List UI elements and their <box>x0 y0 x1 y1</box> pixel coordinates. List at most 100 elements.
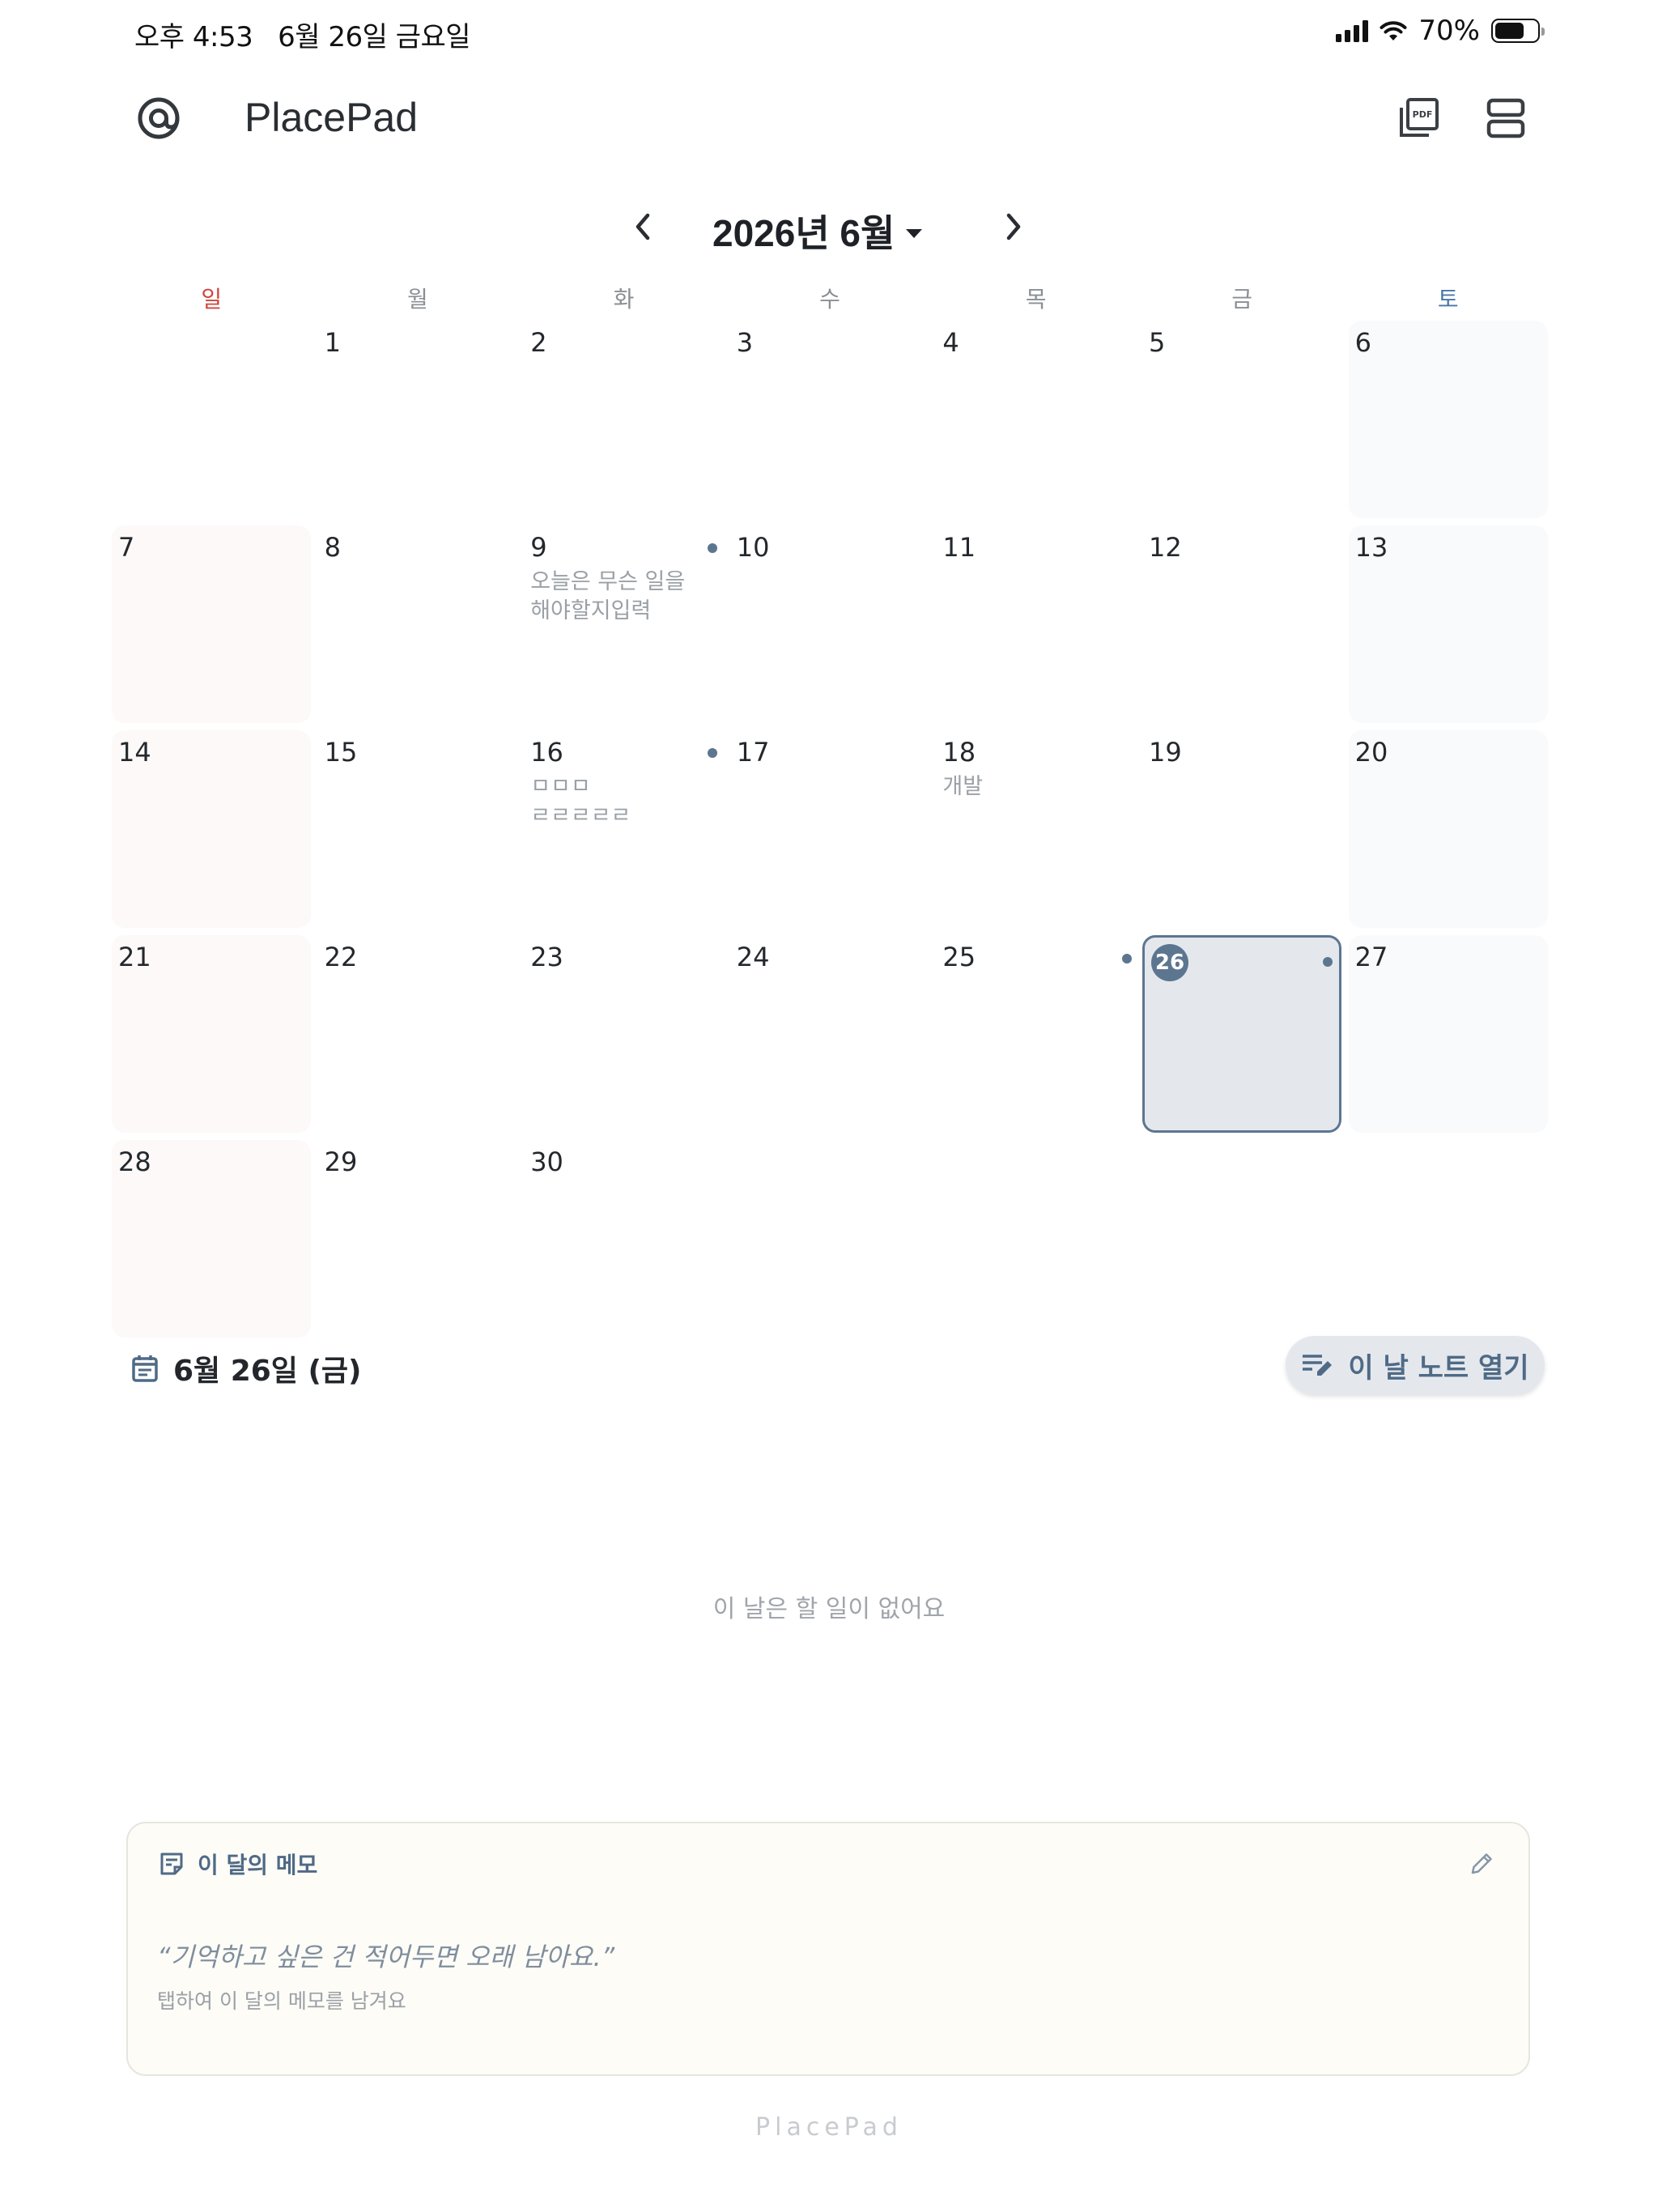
calendar-day-cell[interactable]: 26 <box>1122 935 1341 1133</box>
calendar-day-cell[interactable]: 1 <box>318 321 517 518</box>
next-month-button[interactable] <box>989 202 1038 251</box>
calendar-day-cell[interactable]: 28 <box>112 1140 311 1338</box>
day-number: 17 <box>736 737 770 768</box>
weekday-label: 월 <box>406 286 428 313</box>
calendar-icon <box>132 1355 158 1382</box>
calendar-day-cell[interactable]: 30 <box>524 1140 723 1338</box>
memo-quote: “기억하고 싶은 건 적어두면 오래 남아요.” <box>157 1942 615 1972</box>
calendar-day-cell[interactable]: 10 <box>707 525 929 723</box>
calendar-day-cell[interactable]: 14 <box>112 730 311 928</box>
battery-icon <box>1491 19 1545 43</box>
calendar-day-cell[interactable]: 9 오늘은 무슨 일을 해야할지입력 <box>524 525 723 723</box>
edit-note-icon <box>1303 1355 1333 1376</box>
entry-indicator-dot <box>707 748 717 758</box>
memo-title: 이 달의 메모 <box>198 1852 318 1878</box>
day-number: 22 <box>324 942 358 972</box>
calendar-day-cell[interactable]: 4 <box>936 321 1135 518</box>
day-number: 20 <box>1354 737 1388 768</box>
weekday-label: 수 <box>819 286 840 313</box>
calendar-day-cell[interactable]: 6 <box>1348 321 1548 518</box>
footer-brand: PlacePad <box>755 2113 903 2142</box>
calendar-day-cell[interactable]: 17 <box>707 730 929 928</box>
memo-hint: 탭하여 이 달의 메모를 남겨요 <box>157 1989 406 2013</box>
day-number: 12 <box>1149 532 1182 563</box>
wifi-icon <box>1380 21 1407 40</box>
memo-edit-button[interactable] <box>1465 1848 1498 1880</box>
day-number: 9 <box>530 532 547 563</box>
calendar-day-cell[interactable]: 15 <box>318 730 517 928</box>
open-day-note-label: 이 날 노트 열기 <box>1348 1351 1529 1385</box>
calendar-day-cell[interactable]: 23 <box>524 935 723 1133</box>
selected-date-label: 6월 26일 (금) <box>173 1355 362 1388</box>
calendar-day-cell[interactable]: 25 <box>936 935 1135 1133</box>
month-picker[interactable]: 2026년 6월 <box>712 204 923 257</box>
day-number: 6 <box>1354 327 1371 358</box>
day-number: 11 <box>942 532 976 563</box>
calendar-day-cell[interactable]: 7 <box>112 525 311 723</box>
weekday-label: 금 <box>1231 286 1253 313</box>
entry-indicator-dot <box>1122 954 1132 963</box>
day-number: 21 <box>118 942 151 972</box>
weekday-label: 목 <box>1025 286 1047 313</box>
calendar-day-cell[interactable]: 27 <box>1348 935 1548 1133</box>
weekday-label: 일 <box>201 286 223 313</box>
calendar-day-cell[interactable]: 20 <box>1348 730 1548 928</box>
calendar-day-cell[interactable]: 2 <box>524 321 723 518</box>
entry-indicator-dot <box>1323 957 1333 967</box>
app-title: PlacePad <box>244 95 419 140</box>
day-number: 19 <box>1149 737 1182 768</box>
entry-indicator-dot <box>707 543 717 553</box>
weekday-label: 화 <box>613 286 635 313</box>
pdf-export-button[interactable]: PDF <box>1392 92 1444 144</box>
day-number: 10 <box>736 532 770 563</box>
calendar-day-cell[interactable]: 11 <box>936 525 1135 723</box>
empty-tasks-message: 이 날은 할 일이 없어요 <box>712 1595 946 1623</box>
pdf-export-icon: PDF <box>1400 98 1439 137</box>
caret-down-icon <box>906 228 923 238</box>
status-bar-time: 오후 4:53 6월 26일 금요일 <box>134 15 471 54</box>
weekday-header: 일 월 화 수 목 금 토 <box>108 282 1551 314</box>
day-note-preview: 오늘은 무슨 일을 해야할지입력 <box>530 569 686 623</box>
calendar-day-cell[interactable]: 3 <box>730 321 929 518</box>
day-number: 5 <box>1149 327 1166 358</box>
open-day-note-button[interactable]: 이 날 노트 열기 <box>1286 1336 1545 1394</box>
calendar-day-cell[interactable]: 21 <box>112 935 311 1133</box>
day-number: 13 <box>1354 532 1388 563</box>
day-note-preview: ㅁㅁㅁ ㄹㄹㄹㄹㄹ <box>530 774 631 828</box>
day-number: 2 <box>530 327 547 358</box>
status-date: 6월 26일 금요일 <box>278 21 471 53</box>
calendar-empty-cell <box>1349 1140 1548 1338</box>
calendar-day-cell[interactable]: 8 <box>318 525 517 723</box>
day-number: 30 <box>530 1146 563 1177</box>
calendar-day-cell[interactable]: 29 <box>318 1140 517 1338</box>
calendar-day-cell[interactable]: 22 <box>318 935 517 1133</box>
selected-date-header: 6월 26일 (금) <box>131 1347 361 1389</box>
monthly-memo-card[interactable]: 이 달의 메모 “기억하고 싶은 건 적어두면 오래 남아요.” 탭하여 이 달… <box>126 1822 1530 2076</box>
calendar-day-cell[interactable]: 24 <box>730 935 929 1133</box>
day-number: 29 <box>324 1146 358 1177</box>
day-note-preview: 개발 <box>942 774 984 799</box>
cellular-signal-icon <box>1336 19 1369 42</box>
battery-percent: 70% <box>1418 15 1480 47</box>
view-toggle-button[interactable] <box>1480 92 1532 144</box>
calendar-day-cell[interactable]: 16 ㅁㅁㅁ ㄹㄹㄹㄹㄹ <box>524 730 723 928</box>
calendar-day-cell[interactable]: 12 <box>1142 525 1341 723</box>
day-number: 16 <box>530 737 563 768</box>
status-time: 오후 4:53 <box>134 21 253 53</box>
calendar-day-cell[interactable]: 5 <box>1142 321 1341 518</box>
previous-month-button[interactable] <box>619 202 667 251</box>
day-number: 18 <box>942 737 976 768</box>
at-sign-icon[interactable] <box>136 96 181 141</box>
day-number: 14 <box>118 737 151 768</box>
calendar-day-cell[interactable]: 19 <box>1142 730 1341 928</box>
svg-text:PDF: PDF <box>1413 109 1433 120</box>
memo-header: 이 달의 메모 <box>159 1848 317 1880</box>
calendar-empty-cell <box>936 1140 1135 1338</box>
view-toggle-icon <box>1486 98 1525 138</box>
today-badge: 26 <box>1151 944 1188 981</box>
day-number: 23 <box>530 942 563 972</box>
day-number: 25 <box>942 942 976 972</box>
chevron-right-icon <box>1006 213 1021 240</box>
calendar-day-cell[interactable]: 18 개발 <box>936 730 1135 928</box>
calendar-day-cell[interactable]: 13 <box>1348 525 1548 723</box>
